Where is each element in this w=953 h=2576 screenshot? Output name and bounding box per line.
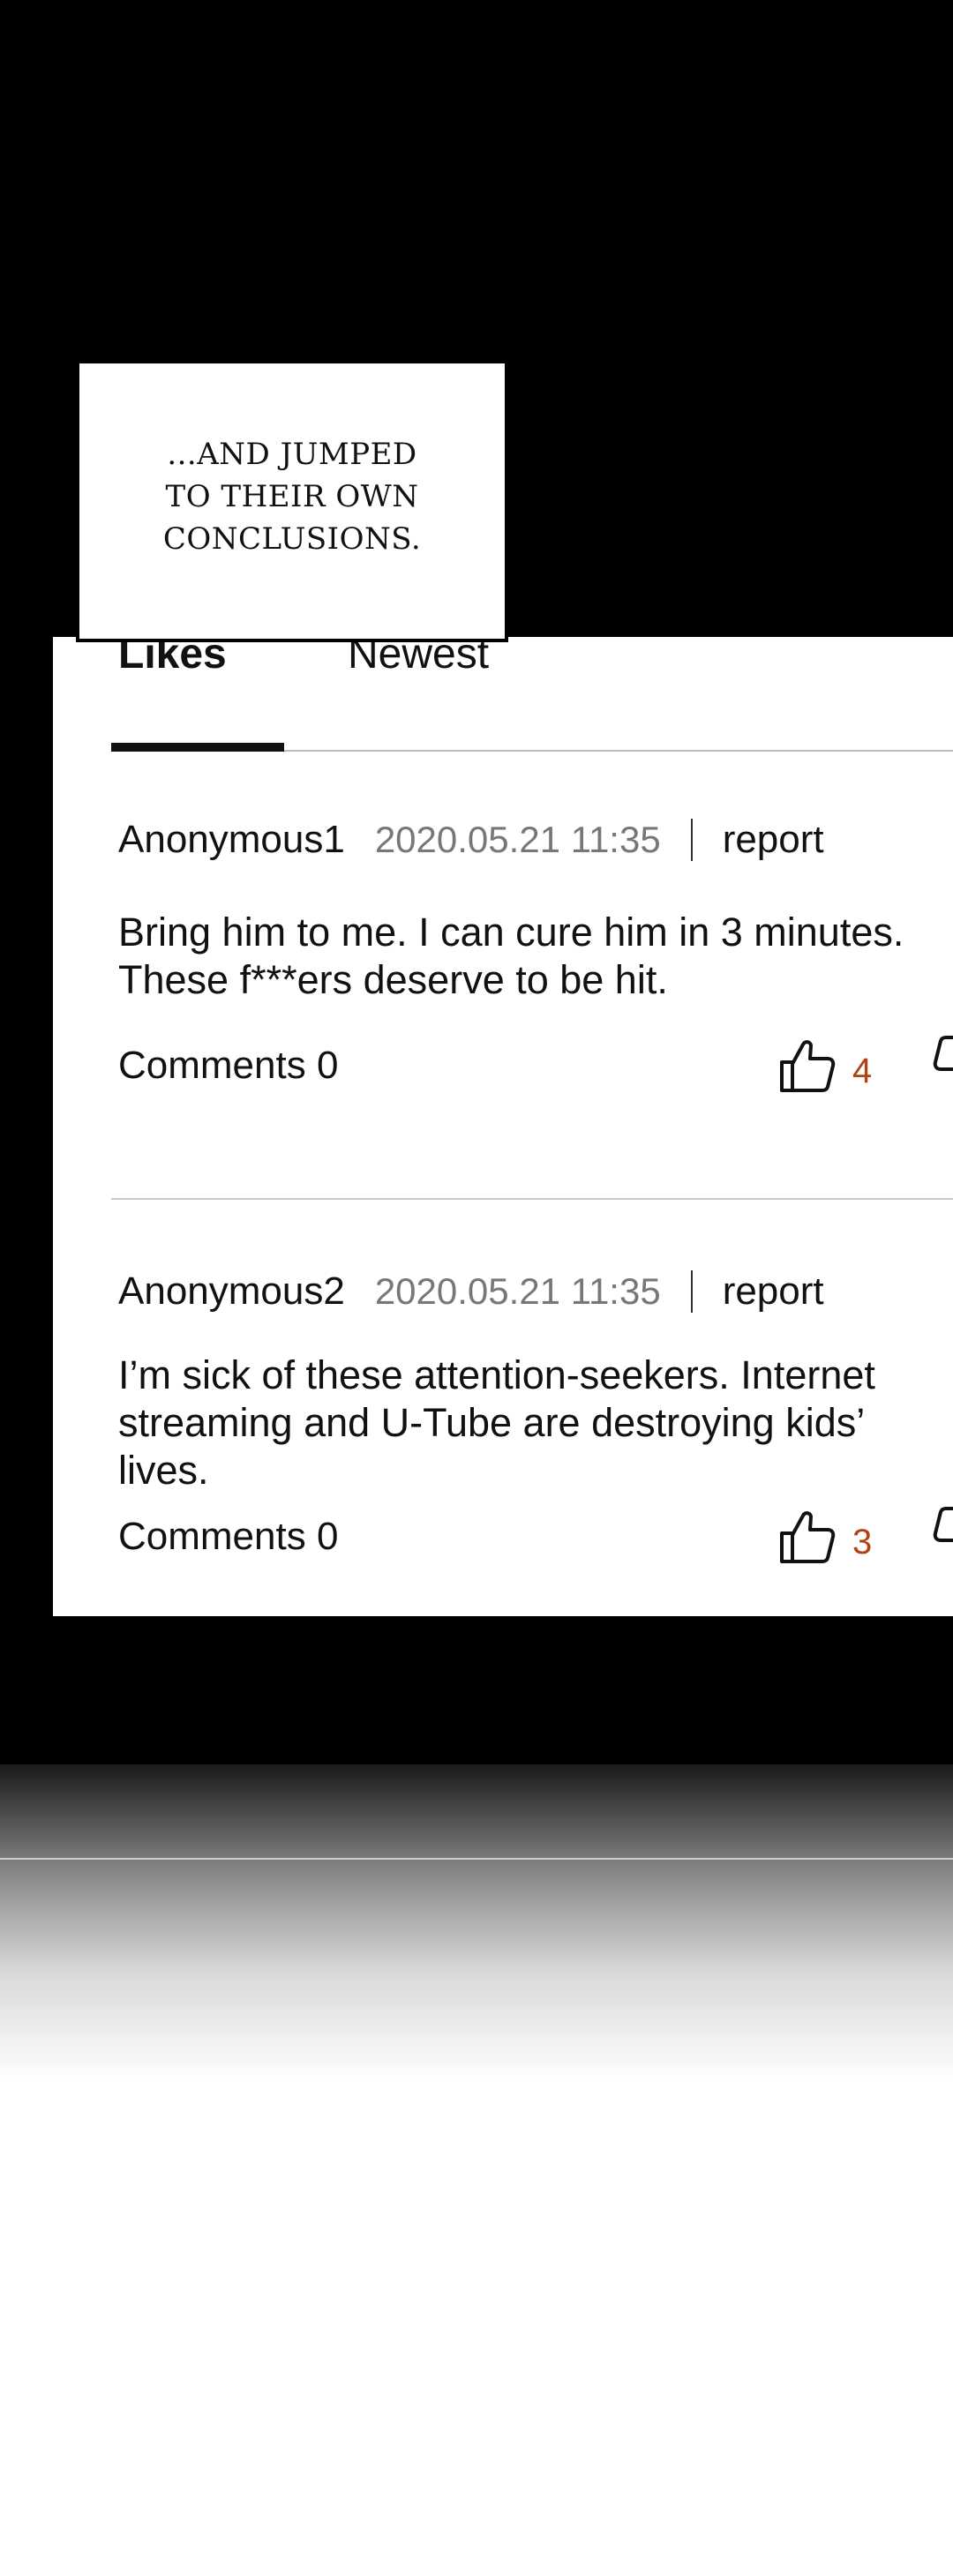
comment-header: Anonymous1 2020.05.21 11:35 report (118, 813, 953, 866)
like-button[interactable]: 4 (775, 1030, 872, 1101)
like-button[interactable]: 3 (775, 1501, 872, 1572)
comment-body: Bring him to me. I can cure him in 3 min… (118, 910, 904, 1002)
comment-body: I’m sick of these attention-seekers. Int… (118, 1352, 875, 1493)
dislike-button[interactable] (930, 1501, 953, 1572)
header-separator (690, 1270, 693, 1313)
fade-divider-line (0, 1858, 953, 1860)
comment-username[interactable]: Anonymous2 (118, 1269, 345, 1314)
thumbs-up-icon (780, 1511, 836, 1563)
comment-item: Anonymous2 2020.05.21 11:35 report I’m s… (118, 1265, 953, 1572)
caption-line-2: TO THEIR OWN (165, 479, 419, 514)
comment-timestamp: 2020.05.21 11:35 (374, 819, 661, 860)
comment-header: Anonymous2 2020.05.21 11:35 report (118, 1265, 953, 1318)
comment-footer: Comments 0 3 (118, 1501, 953, 1572)
comment-username[interactable]: Anonymous1 (118, 818, 345, 862)
caption-line-3: CONCLUSIONS. (162, 521, 422, 557)
dislike-button[interactable] (930, 1030, 953, 1101)
tab-bar-underline (284, 750, 953, 752)
thumbs-down-icon (933, 1507, 953, 1542)
comments-panel: Likes Newest Anonymous1 2020.05.21 11:35… (53, 637, 953, 1616)
replies-count-link[interactable]: Comments 0 (118, 1039, 338, 1092)
like-count: 4 (852, 1051, 873, 1090)
like-count: 3 (852, 1522, 873, 1561)
report-link[interactable]: report (723, 1269, 824, 1314)
narration-caption-text: ...AND JUMPED TO THEIR OWN CONCLUSIONS. (163, 433, 421, 560)
comment-timestamp: 2020.05.21 11:35 (374, 1270, 661, 1312)
narration-caption-box: ...AND JUMPED TO THEIR OWN CONCLUSIONS. (76, 360, 508, 642)
replies-count-link[interactable]: Comments 0 (118, 1510, 338, 1563)
gradient-background (0, 1764, 953, 2082)
comment-divider (111, 1198, 953, 1200)
comment-item: Anonymous1 2020.05.21 11:35 report Bring… (118, 813, 953, 1101)
comment-footer: Comments 0 4 (118, 1030, 953, 1101)
thumbs-down-icon (933, 1036, 953, 1071)
tab-likes[interactable]: Likes (118, 637, 227, 681)
report-link[interactable]: report (723, 818, 824, 862)
tab-newest[interactable]: Newest (348, 637, 489, 681)
thumbs-up-icon (780, 1040, 836, 1092)
header-separator (690, 819, 693, 861)
caption-line-1: ...AND JUMPED (167, 437, 417, 472)
active-tab-indicator (111, 743, 284, 752)
